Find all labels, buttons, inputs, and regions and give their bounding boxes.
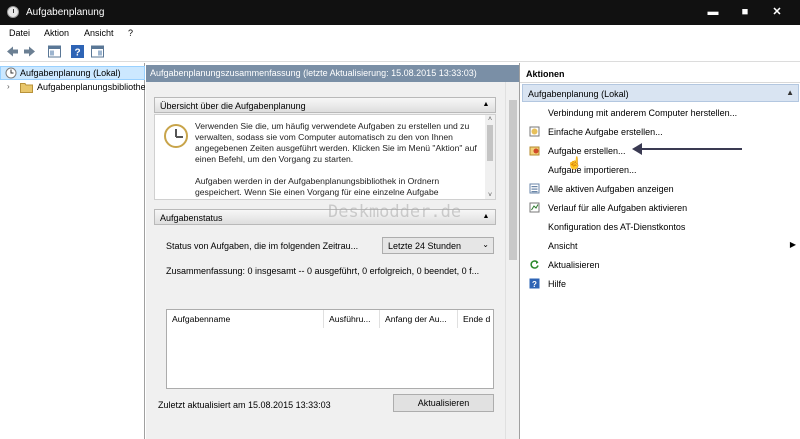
submenu-arrow-icon: ▶ (789, 240, 796, 249)
summary-scrollbar[interactable] (505, 82, 519, 439)
create-task-icon (529, 146, 540, 156)
overview-panel: Verwenden Sie die, um häufig verwendete … (154, 114, 496, 200)
action-enable-history[interactable]: Verlauf für alle Aufgaben aktivieren (520, 200, 800, 216)
clock-icon (5, 67, 17, 79)
actions-title: Aktionen (520, 65, 800, 83)
actions-group-header[interactable]: Aufgabenplanung (Lokal) ▲ (522, 84, 799, 102)
menu-help[interactable]: ? (128, 28, 133, 38)
close-button[interactable]: ✕ (762, 0, 792, 25)
show-action-pane-icon[interactable] (90, 44, 105, 59)
collapse-icon[interactable]: ▲ (481, 211, 491, 223)
overview-text-1: Verwenden Sie die, um häufig verwendete … (195, 121, 477, 164)
time-range-select[interactable]: Letzte 24 Stunden ⌄ (382, 237, 494, 254)
tree-item-library[interactable]: › Aufgabenplanungsbibliothek (0, 81, 145, 95)
action-create-basic-task[interactable]: Einfache Aufgabe erstellen... (520, 124, 800, 140)
refresh-icon (530, 260, 539, 269)
help-icon: ? (529, 278, 540, 289)
overview-section-header[interactable]: Übersicht über die Aufgabenplanung ▲ (154, 97, 496, 113)
maximize-button[interactable]: ■ (730, 0, 760, 25)
action-help[interactable]: ? Hilfe (520, 276, 800, 292)
task-scheduler-window: Aufgabenplanung ▬ ■ ✕ Datei Aktion Ansic… (0, 0, 800, 439)
back-arrow-icon[interactable] (5, 44, 20, 59)
history-icon (529, 202, 540, 213)
scroll-down-icon[interactable]: ˅ (485, 191, 495, 199)
menu-datei[interactable]: Datei (9, 28, 30, 38)
overview-text-2: Aufgaben werden in der Aufgabenplanungsb… (195, 176, 440, 197)
tree-item-local[interactable]: Aufgabenplanung (Lokal) (0, 66, 145, 80)
window-title: Aufgabenplanung (26, 7, 105, 18)
status-summary: Zusammenfassung: 0 insgesamt -- 0 ausgef… (166, 266, 480, 276)
action-refresh[interactable]: Aktualisieren (520, 257, 800, 273)
column-header-task-name[interactable]: Aufgabenname (167, 310, 324, 328)
basic-task-icon (529, 126, 540, 137)
last-updated-label: Zuletzt aktualisiert am 15.08.2015 13:33… (158, 400, 331, 410)
menu-bar: Datei Aktion Ansicht ? (0, 25, 800, 41)
clock-icon (164, 124, 188, 148)
column-header-start[interactable]: Anfang der Au... (380, 310, 458, 328)
action-show-running-tasks[interactable]: Alle aktiven Aufgaben anzeigen (520, 181, 800, 197)
overview-scrollbar[interactable]: ˄ ˅ (485, 115, 495, 199)
running-tasks-icon (529, 183, 540, 194)
scroll-up-icon[interactable]: ˄ (485, 115, 495, 125)
action-create-task[interactable]: Aufgabe erstellen... (520, 143, 800, 159)
menu-ansicht[interactable]: Ansicht (84, 28, 114, 38)
minimize-button[interactable]: ▬ (698, 0, 728, 25)
summary-pane: Aufgabenplanungszusammenfassung (letzte … (146, 63, 519, 439)
hand-cursor-icon: ☝ (567, 156, 582, 170)
collapse-icon[interactable]: ▲ (786, 88, 794, 97)
status-label: Status von Aufgaben, die im folgenden Ze… (166, 241, 359, 251)
chevron-down-icon: ⌄ (482, 240, 489, 249)
action-at-service-account[interactable]: Konfiguration des AT-Dienstkontos (520, 219, 800, 235)
column-header-end[interactable]: Ende d (458, 310, 494, 328)
annotation-arrow (632, 143, 742, 155)
show-console-tree-icon[interactable] (47, 44, 62, 59)
action-import-task[interactable]: Aufgabe importieren... (520, 162, 800, 178)
forward-arrow-icon[interactable] (22, 44, 37, 59)
menu-aktion[interactable]: Aktion (44, 28, 69, 38)
svg-text:?: ? (74, 48, 80, 59)
action-connect-computer[interactable]: Verbindung mit anderem Computer herstell… (520, 105, 800, 121)
chevron-right-icon[interactable]: › (7, 82, 10, 91)
title-bar: Aufgabenplanung ▬ ■ ✕ (0, 0, 800, 25)
refresh-button[interactable]: Aktualisieren (393, 394, 494, 412)
watermark: Deskmodder.de (328, 202, 462, 222)
help-icon[interactable]: ? (70, 44, 85, 59)
collapse-icon[interactable]: ▲ (481, 99, 491, 111)
toolbar: ? (0, 41, 800, 62)
summary-body: Übersicht über die Aufgabenplanung ▲ Ver… (146, 82, 505, 439)
summary-header: Aufgabenplanungszusammenfassung (letzte … (146, 65, 519, 82)
folder-icon (20, 83, 33, 93)
action-view[interactable]: Ansicht ▶ (520, 238, 800, 254)
clock-app-icon (7, 6, 19, 18)
svg-text:?: ? (532, 280, 537, 289)
actions-pane: Aktionen Aufgabenplanung (Lokal) ▲ Verbi… (519, 63, 800, 439)
column-header-run[interactable]: Ausführu... (324, 310, 380, 328)
task-status-table: Aufgabenname Ausführu... Anfang der Au..… (166, 309, 494, 389)
navigation-tree: Aufgabenplanung (Lokal) › Aufgabenplanun… (0, 63, 145, 439)
